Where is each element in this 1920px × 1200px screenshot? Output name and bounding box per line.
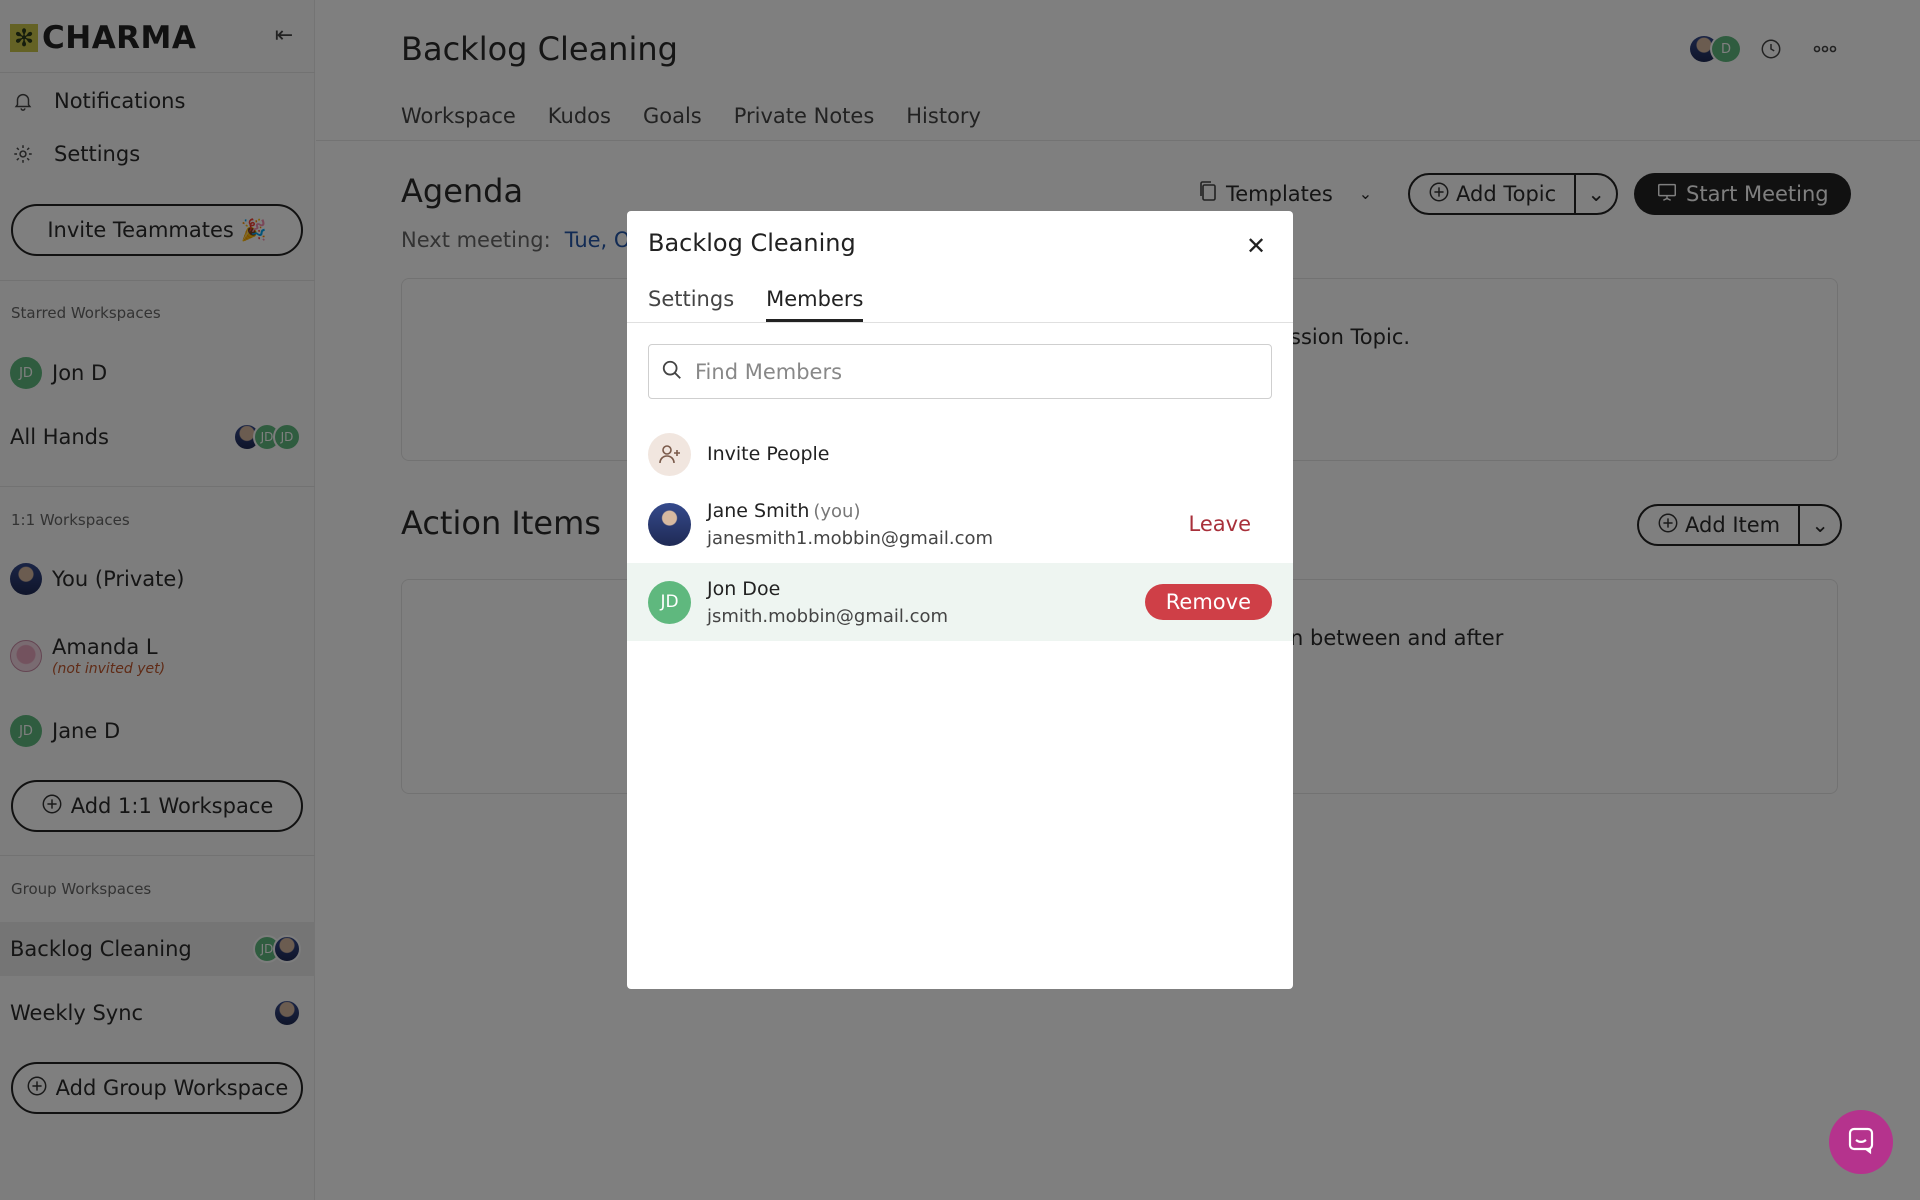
modal-tabs: Settings Members <box>648 287 864 323</box>
member-name: Jon Doe <box>707 577 781 600</box>
member-email: janesmith1.mobbin@gmail.com <box>707 527 994 549</box>
find-members-input[interactable] <box>695 359 1255 384</box>
member-email: jsmith.mobbin@gmail.com <box>707 605 949 627</box>
member-row-jon-doe: JD Jon Doe jsmith.mobbin@gmail.com Remov… <box>627 563 1293 641</box>
close-icon[interactable]: ✕ <box>1243 233 1269 259</box>
workspace-settings-modal: Backlog Cleaning ✕ Settings Members Invi… <box>627 211 1293 989</box>
invite-people-row[interactable]: Invite People <box>627 415 1293 493</box>
member-row-jane-smith: Jane Smith (you) janesmith1.mobbin@gmail.… <box>627 485 1293 563</box>
avatar <box>648 502 691 546</box>
app-root: ✻ CHARMA ⇤ Notifications Settings Invite… <box>0 0 1920 1200</box>
member-name: Jane Smith <box>707 499 810 522</box>
tab-members[interactable]: Members <box>766 287 864 323</box>
remove-button[interactable]: Remove <box>1144 584 1272 620</box>
invite-people-label: Invite People <box>707 443 830 465</box>
chat-icon <box>1846 1125 1876 1159</box>
avatar: JD <box>648 580 691 624</box>
find-members-field <box>648 344 1272 399</box>
search-icon <box>661 359 683 385</box>
member-info: Jon Doe jsmith.mobbin@gmail.com <box>707 578 948 627</box>
add-user-icon <box>648 432 691 476</box>
chat-support-button[interactable] <box>1829 1110 1893 1174</box>
member-info: Jane Smith (you) janesmith1.mobbin@gmail.… <box>707 500 993 549</box>
modal-title: Backlog Cleaning <box>648 229 856 257</box>
leave-button[interactable]: Leave <box>1189 512 1251 536</box>
divider <box>627 322 1293 323</box>
member-you-tag: (you) <box>813 500 861 522</box>
tab-settings[interactable]: Settings <box>648 287 734 323</box>
